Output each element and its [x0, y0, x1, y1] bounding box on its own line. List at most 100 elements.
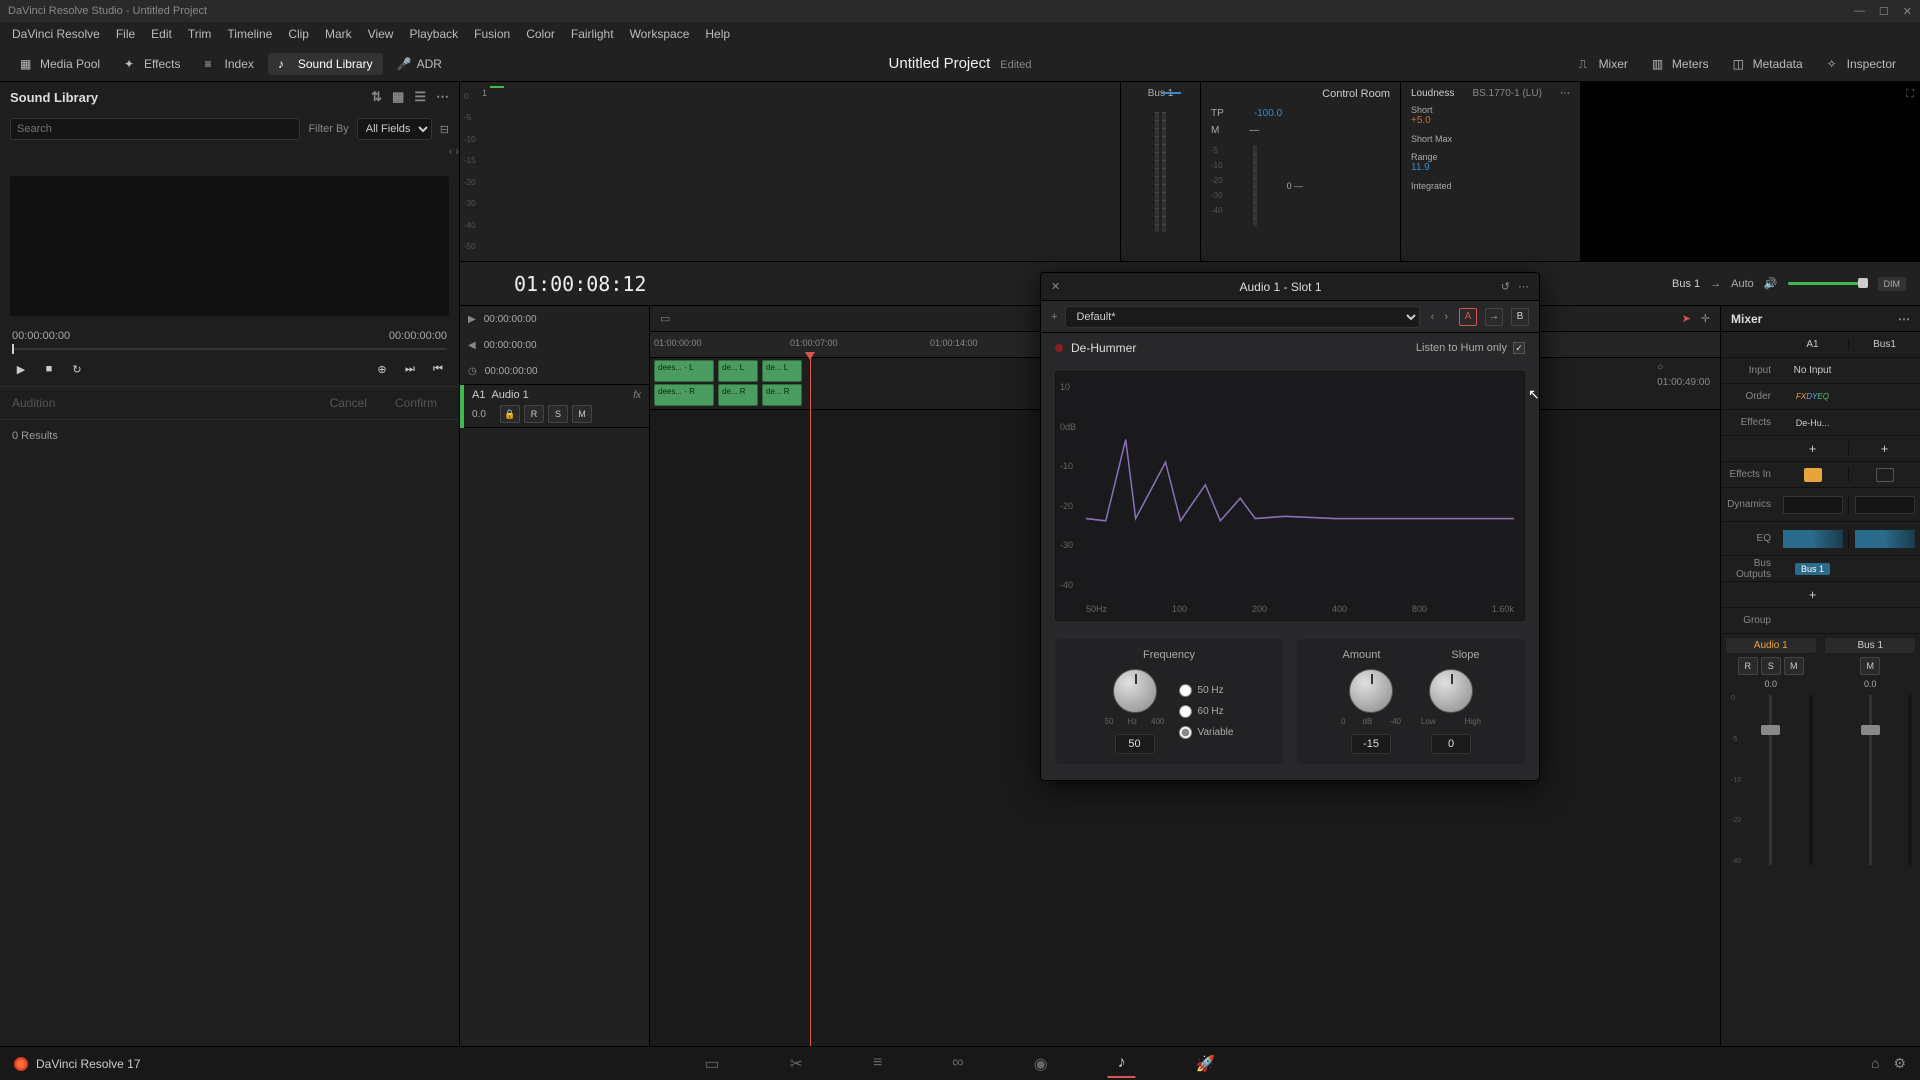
input-select[interactable]: No Input [1777, 365, 1848, 376]
lock-button[interactable]: 🔒 [500, 405, 520, 423]
audio-clip[interactable]: de... L [762, 360, 802, 382]
page-deliver[interactable]: 🚀 [1186, 1050, 1226, 1078]
eq-graph[interactable] [1855, 530, 1915, 548]
page-fusion[interactable]: ∞ [942, 1050, 973, 1078]
media-pool-button[interactable]: ▦Media Pool [10, 53, 110, 75]
inspector-button[interactable]: ✧Inspector [1817, 53, 1906, 75]
plugin-more-icon[interactable]: ⋯ [1518, 280, 1529, 293]
clock-icon[interactable]: ◷ [468, 366, 477, 377]
mute-button[interactable]: M [1784, 657, 1804, 675]
adr-button[interactable]: 🎤ADR [387, 53, 452, 75]
fader[interactable] [1869, 695, 1872, 865]
prev-icon[interactable]: ‹ [449, 146, 453, 158]
master-timecode[interactable]: 01:00:08:12 [514, 272, 646, 296]
menu-playback[interactable]: Playback [401, 27, 466, 41]
volume-slider[interactable] [1788, 282, 1868, 285]
record-button[interactable]: R [1738, 657, 1758, 675]
frequency-value[interactable]: 50 [1115, 734, 1155, 754]
fx-indicator[interactable]: fx [633, 390, 641, 401]
maximize-icon[interactable]: ☐ [1879, 5, 1889, 18]
fader[interactable] [1769, 695, 1772, 865]
minimize-icon[interactable]: — [1854, 5, 1865, 18]
pointer-tool-icon[interactable]: ➤ [1682, 312, 1691, 325]
menu-clip[interactable]: Clip [280, 27, 317, 41]
plugin-window[interactable]: ✕ Audio 1 - Slot 1 ↺⋯ + Default* ‹› A → … [1040, 272, 1540, 781]
filter-select[interactable]: All Fields [357, 118, 432, 140]
bypass-led[interactable] [1055, 344, 1063, 352]
auto-button[interactable]: Auto [1731, 278, 1754, 290]
fader-db[interactable]: 0.0 [1764, 679, 1777, 689]
add-preset-icon[interactable]: + [1051, 311, 1057, 323]
menu-edit[interactable]: Edit [143, 27, 180, 41]
freq-50hz-radio[interactable]: 50 Hz [1179, 684, 1234, 697]
metadata-button[interactable]: ◫Metadata [1723, 53, 1813, 75]
bus-output-chip[interactable]: Bus 1 [1795, 563, 1830, 575]
plugin-close-icon[interactable]: ✕ [1051, 280, 1060, 293]
snap-tool-icon[interactable]: ✛ [1701, 312, 1710, 325]
page-fairlight[interactable]: ♪ [1108, 1050, 1136, 1078]
fader-db[interactable]: 0.0 [1864, 679, 1877, 689]
preset-select[interactable]: Default* [1065, 306, 1419, 328]
close-icon[interactable]: ✕ [1903, 5, 1912, 18]
scrub-handle[interactable] [12, 344, 14, 354]
effect-slot[interactable]: De-Hu... [1777, 418, 1848, 428]
menu-help[interactable]: Help [697, 27, 738, 41]
audio-clip[interactable]: de... R [762, 384, 802, 406]
menu-fusion[interactable]: Fusion [466, 27, 518, 41]
speaker-icon[interactable]: 🔊 [1764, 277, 1778, 290]
slope-value[interactable]: 0 [1431, 734, 1471, 754]
audio-clip[interactable]: de... L [718, 360, 758, 382]
mixer-button[interactable]: ⎍Mixer [1569, 53, 1638, 75]
menu-workspace[interactable]: Workspace [622, 27, 698, 41]
track-volume[interactable]: 0.0 [472, 409, 496, 420]
page-media[interactable]: ▭ [694, 1050, 729, 1078]
compare-b-button[interactable]: B [1511, 308, 1529, 326]
amount-knob[interactable] [1349, 669, 1393, 713]
menu-timeline[interactable]: Timeline [219, 27, 280, 41]
page-color[interactable]: ◉ [1024, 1050, 1058, 1078]
monitor-bus[interactable]: Bus 1 [1672, 278, 1700, 290]
menu-file[interactable]: File [108, 27, 143, 41]
solo-button[interactable]: S [1761, 657, 1781, 675]
slope-knob[interactable] [1429, 669, 1473, 713]
jog-icon[interactable]: ⊕ [373, 360, 391, 378]
playhead[interactable] [810, 358, 811, 1046]
listen-checkbox[interactable]: ✓ [1513, 342, 1525, 354]
dynamics-graph[interactable] [1855, 496, 1915, 514]
eq-graph[interactable] [1783, 530, 1843, 548]
record-button[interactable]: R [524, 405, 544, 423]
timeline-view-icon[interactable]: ▭ [660, 312, 670, 325]
list-view-icon[interactable]: ☰ [414, 89, 426, 105]
menu-color[interactable]: Color [518, 27, 563, 41]
freq-variable-radio[interactable]: Variable [1179, 726, 1234, 739]
mute-button[interactable]: M [1860, 657, 1880, 675]
add-effect-button[interactable]: + [1777, 441, 1848, 456]
home-icon[interactable]: ⌂ [1871, 1055, 1879, 1072]
sound-library-button[interactable]: ♪Sound Library [268, 53, 383, 75]
sort-icon[interactable]: ⇅ [371, 89, 382, 105]
menu-trim[interactable]: Trim [180, 27, 220, 41]
audio-clip[interactable]: dees... - R [654, 384, 714, 406]
play-tc-icon[interactable]: ▶ [468, 314, 476, 325]
grid-view-icon[interactable]: ▦ [392, 89, 404, 105]
menu-mark[interactable]: Mark [317, 27, 360, 41]
skip-fwd-icon[interactable]: ⏭ [401, 360, 419, 378]
meters-button[interactable]: ▥Meters [1642, 53, 1719, 75]
amount-value[interactable]: -15 [1351, 734, 1391, 754]
compare-a-button[interactable]: A [1459, 308, 1477, 326]
preset-prev-icon[interactable]: ‹ [1428, 311, 1438, 323]
dim-button[interactable]: DIM [1878, 277, 1907, 291]
loudness-more-icon[interactable]: ⋯ [1560, 88, 1570, 99]
add-bus-button[interactable]: + [1777, 587, 1848, 602]
spectrum-display[interactable]: 100dB-10-20-30-40 50Hz1002004008001.60k [1055, 371, 1525, 621]
mixer-ch-a1[interactable]: A1 [1777, 339, 1848, 350]
solo-button[interactable]: S [548, 405, 568, 423]
dynamics-graph[interactable] [1783, 496, 1843, 514]
play-button[interactable]: ▶ [12, 360, 30, 378]
menu-davinci[interactable]: DaVinci Resolve [4, 27, 108, 41]
page-edit[interactable]: ≡ [863, 1050, 892, 1078]
track-id[interactable]: A1 [472, 389, 485, 401]
frequency-knob[interactable] [1113, 669, 1157, 713]
settings-icon[interactable]: ⚙ [1893, 1055, 1906, 1072]
audio-clip[interactable]: de... R [718, 384, 758, 406]
